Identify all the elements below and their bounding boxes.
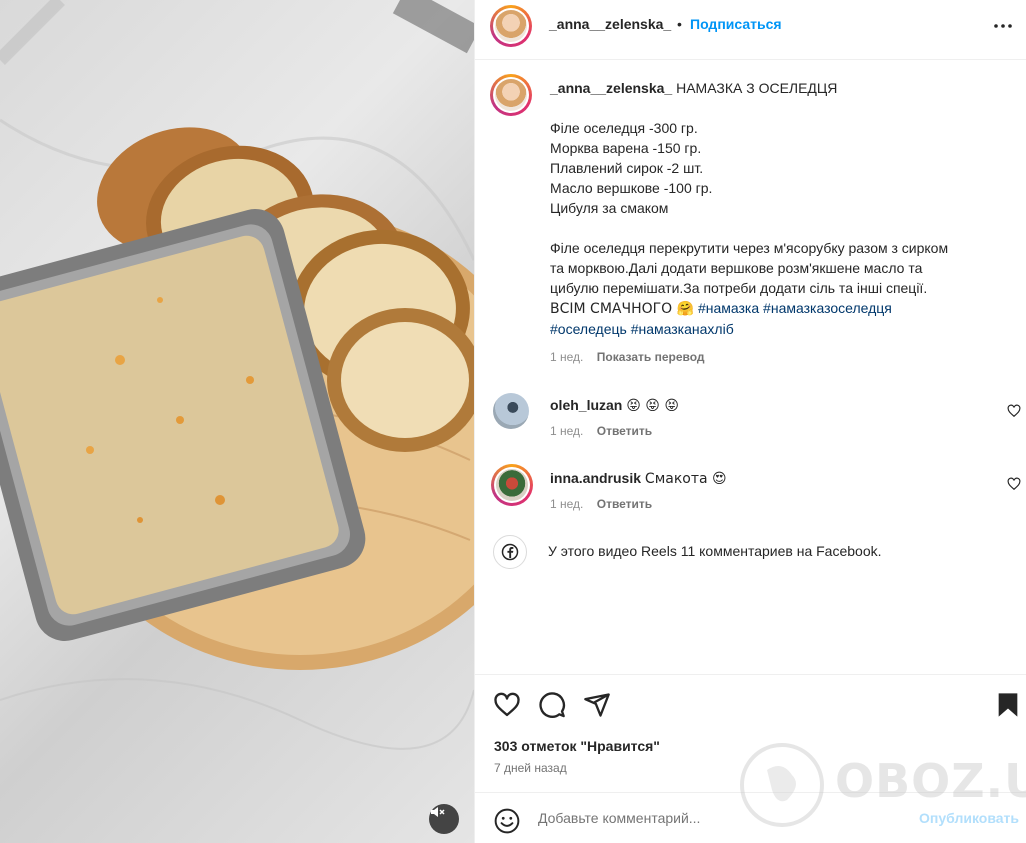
more-icon[interactable] — [991, 14, 1015, 38]
body-line: та морквою.Далі додати вершкове розм'якш… — [550, 260, 923, 276]
ingredient-line: Філе оселедця -300 гр. — [550, 120, 698, 136]
header-separator: • — [677, 16, 682, 32]
comment-text: 😝 😝 😝 — [626, 398, 679, 414]
share-icon[interactable] — [583, 691, 611, 719]
mute-icon — [431, 807, 445, 817]
comment-age[interactable]: 1 нед. — [550, 497, 583, 511]
comment-text: Смакота 😍 — [644, 471, 727, 487]
commenter-username[interactable]: oleh_luzan — [550, 397, 622, 413]
post-panel: _anna__zelenska_ • Подписаться _anna__ze… — [474, 0, 1026, 843]
emoji-icon[interactable] — [494, 808, 520, 834]
facebook-note-text: У этого видео Reels 11 комментариев на F… — [548, 543, 882, 559]
post-caption: _anna__zelenska_ НАМАЗКА З ОСЕЛЕДЦЯ Філе… — [550, 78, 1010, 367]
likes-count[interactable]: 303 отметок "Нравится" — [494, 738, 660, 754]
commenter-avatar[interactable] — [493, 393, 529, 429]
posted-date[interactable]: 7 дней назад — [494, 761, 567, 775]
translate-button[interactable]: Показать перевод — [597, 350, 705, 364]
hashtag-link[interactable]: #оселедець — [550, 321, 627, 337]
body-line: цибулю перемішати.За потреби додати сіль… — [550, 280, 928, 296]
commenter-avatar[interactable] — [491, 464, 533, 506]
caption-avatar[interactable] — [490, 74, 532, 116]
facebook-comments-note[interactable]: У этого видео Reels 11 комментариев на F… — [493, 535, 1013, 571]
comment-age[interactable]: 1 нед. — [550, 424, 583, 438]
hashtag-link[interactable]: #намазканахліб — [631, 321, 734, 337]
reply-button[interactable]: Ответить — [597, 497, 652, 511]
caption-username[interactable]: _anna__zelenska_ — [550, 80, 672, 96]
comment-icon[interactable] — [538, 691, 566, 719]
ingredient-line: Плавлений сирок -2 шт. — [550, 160, 704, 176]
ingredient-line: Морква варена -150 гр. — [550, 140, 702, 156]
heart-icon[interactable] — [493, 691, 521, 719]
comment-like-icon[interactable] — [1007, 477, 1021, 491]
caption-title: НАМАЗКА З ОСЕЛЕДЦЯ — [676, 80, 838, 96]
bookmark-icon[interactable] — [994, 691, 1022, 719]
post-header: _anna__zelenska_ • Подписаться — [475, 0, 1026, 60]
follow-button[interactable]: Подписаться — [690, 16, 782, 32]
mute-button[interactable] — [429, 804, 459, 834]
watermark-text: OBOZ.UA — [835, 754, 1026, 808]
media-image — [0, 0, 474, 750]
comment-like-icon[interactable] — [1007, 404, 1021, 418]
ingredient-line: Масло вершкове -100 гр. — [550, 180, 713, 196]
caption-age[interactable]: 1 нед. — [550, 350, 583, 364]
reply-button[interactable]: Ответить — [597, 424, 652, 438]
action-bar — [475, 674, 1026, 718]
facebook-icon — [493, 535, 527, 569]
hashtag-link[interactable]: #намазка — [698, 300, 759, 316]
hashtag-link[interactable]: #намазказоселедця — [763, 300, 892, 316]
commenter-username[interactable]: inna.andrusik — [550, 470, 641, 486]
post-media[interactable] — [0, 0, 474, 843]
author-avatar[interactable] — [490, 5, 532, 47]
body-line: Філе оселедця перекрутити через м'ясоруб… — [550, 240, 949, 256]
ingredient-line: Цибуля за смаком — [550, 200, 669, 216]
watermark-globe-icon — [740, 743, 824, 827]
watermark: OBOZ.UA — [737, 740, 1026, 830]
caption-closing: ВСІМ СМАЧНОГО 🤗 — [550, 301, 695, 317]
author-username[interactable]: _anna__zelenska_ — [549, 16, 671, 32]
